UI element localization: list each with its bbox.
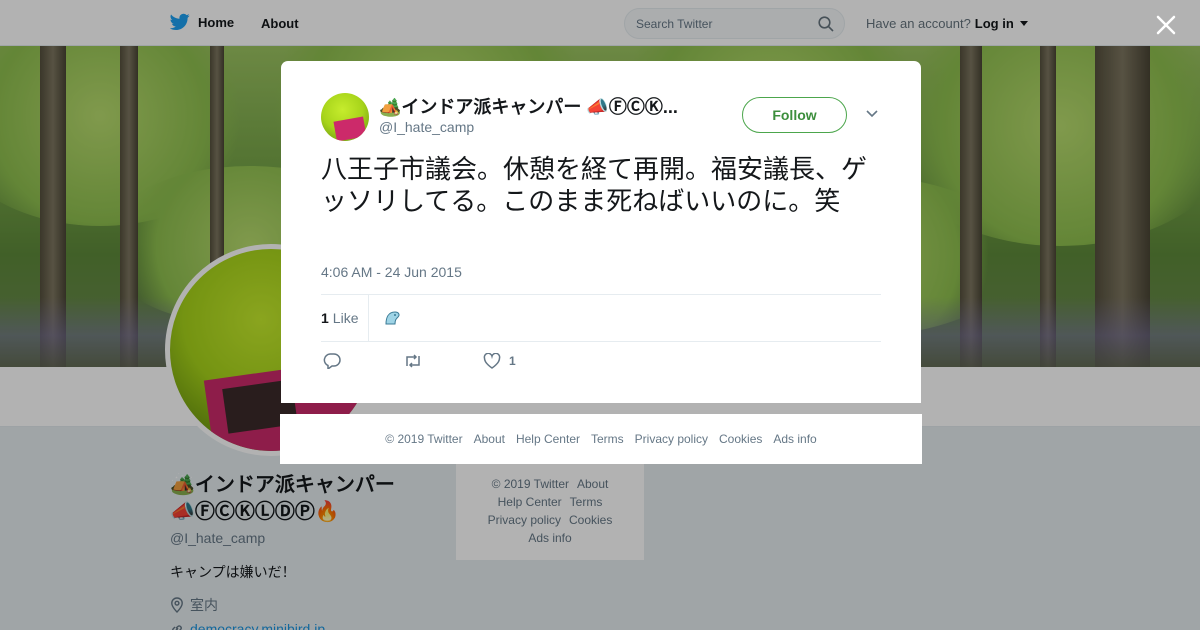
footer-copyright: © 2019 Twitter xyxy=(385,432,463,446)
footer-cookies[interactable]: Cookies xyxy=(719,432,762,446)
like-button[interactable]: 1 xyxy=(483,353,516,369)
close-icon[interactable] xyxy=(1152,11,1180,39)
footer-terms[interactable]: Terms xyxy=(591,432,624,446)
tweet-text: 八王子市議会。休憩を経て再開。福安議長、ゲッソリしてる。このまま死ねばいいのに。… xyxy=(321,154,868,216)
tweet-actions: 1 xyxy=(321,353,621,373)
like-action-count: 1 xyxy=(509,354,516,368)
modal-footer: © 2019 Twitter About Help Center Terms P… xyxy=(280,414,922,464)
follow-button[interactable]: Follow xyxy=(742,97,847,133)
retweet-button[interactable] xyxy=(403,353,423,369)
tweet-author-name[interactable]: 🏕️インドア派キャンパー 📣ⒻⒸⓀ... xyxy=(379,93,689,119)
like-count-label: Like xyxy=(332,310,359,326)
like-count-stat[interactable]: 1 Like xyxy=(321,310,358,326)
tweet-author-handle[interactable]: @I_hate_camp xyxy=(379,119,474,135)
footer-privacy[interactable]: Privacy policy xyxy=(635,432,708,446)
tweet-stats: 1 Like xyxy=(321,294,881,342)
tweet-timestamp[interactable]: 4:06 AM - 24 Jun 2015 xyxy=(321,264,462,280)
chevron-down-icon[interactable] xyxy=(865,109,879,119)
heart-icon xyxy=(483,353,501,369)
retweet-icon xyxy=(406,354,420,368)
tweet-modal: 🏕️インドア派キャンパー 📣ⒻⒸⓀ... @I_hate_camp Follow… xyxy=(281,61,921,403)
reply-button[interactable] xyxy=(323,353,341,369)
like-count-value: 1 xyxy=(321,310,329,326)
footer-about[interactable]: About xyxy=(474,432,505,446)
reply-icon xyxy=(323,353,341,369)
tweet-author-avatar[interactable] xyxy=(321,93,369,141)
footer-help[interactable]: Help Center xyxy=(516,432,580,446)
liker-avatar-icon[interactable] xyxy=(381,306,405,330)
stats-divider xyxy=(368,295,369,341)
footer-ads[interactable]: Ads info xyxy=(773,432,816,446)
